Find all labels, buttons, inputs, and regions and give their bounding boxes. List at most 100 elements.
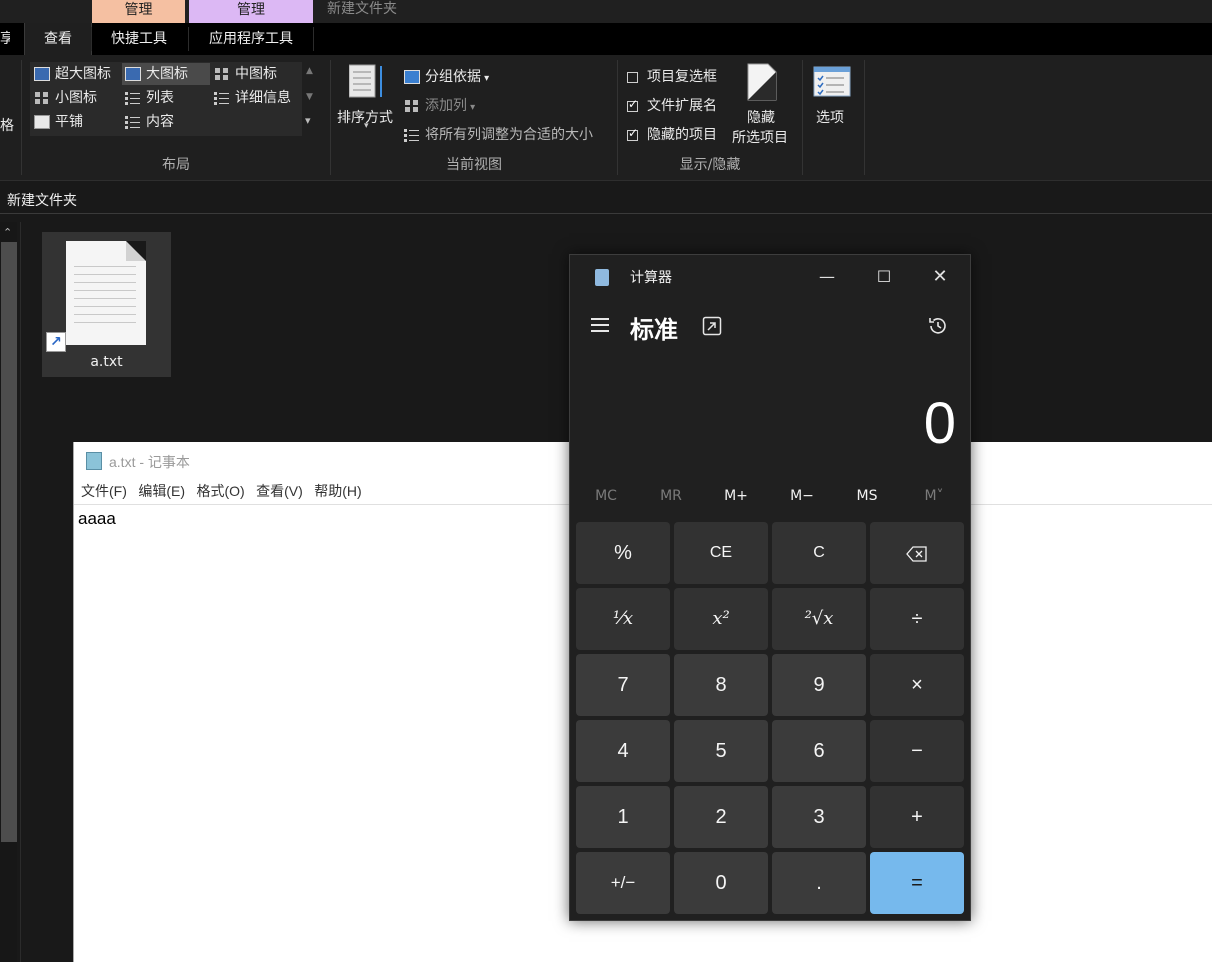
fit-columns-button[interactable]: 将所有列调整为合适的大小 bbox=[404, 124, 593, 144]
options-button[interactable] bbox=[813, 66, 851, 102]
sort-icon bbox=[348, 64, 382, 98]
layout-edge-label[interactable]: 格 bbox=[0, 115, 14, 135]
doc-line bbox=[74, 314, 136, 315]
digit-8-button[interactable]: 8 bbox=[674, 654, 768, 716]
memory-add-button[interactable]: M+ bbox=[706, 488, 766, 504]
doc-line bbox=[74, 306, 136, 307]
digit-3-button[interactable]: 3 bbox=[772, 786, 866, 848]
add-column-button[interactable]: 添加列 ▾ bbox=[404, 95, 475, 115]
close-button[interactable]: ✕ bbox=[920, 257, 960, 297]
digit-2-button[interactable]: 2 bbox=[674, 786, 768, 848]
layout-list[interactable]: 列表 bbox=[125, 87, 174, 109]
menu-help[interactable]: 帮助(H) bbox=[314, 481, 361, 501]
menu-view[interactable]: 查看(V) bbox=[256, 481, 303, 501]
calculator-mode-title: 标准 bbox=[630, 316, 678, 344]
address-breadcrumb[interactable]: 新建文件夹 bbox=[7, 190, 77, 210]
scroll-up-icon[interactable]: ⌃ bbox=[3, 226, 12, 239]
digit-7-button[interactable]: 7 bbox=[576, 654, 670, 716]
decimal-button[interactable]: . bbox=[772, 852, 866, 914]
digit-6-button[interactable]: 6 bbox=[772, 720, 866, 782]
medium-icons-icon bbox=[214, 67, 230, 81]
negate-button[interactable]: +/− bbox=[576, 852, 670, 914]
menu-file[interactable]: 文件(F) bbox=[81, 481, 127, 501]
notepad-text-area[interactable]: aaaa bbox=[78, 509, 116, 529]
chevron-down-icon: ▾ bbox=[467, 102, 476, 113]
layout-details[interactable]: 详细信息 bbox=[214, 87, 291, 109]
hamburger-icon bbox=[591, 318, 609, 320]
doc-line bbox=[74, 290, 136, 291]
memory-recall-button[interactable]: MR bbox=[641, 488, 701, 504]
hidden-items-toggle[interactable]: 隐藏的项目 bbox=[627, 124, 717, 144]
group-by-button[interactable]: 分组依据 ▾ bbox=[404, 66, 489, 86]
gallery-expand-icon[interactable]: ▾ bbox=[305, 114, 311, 127]
menu-edit[interactable]: 编辑(E) bbox=[138, 481, 185, 501]
gallery-scroll-up-icon[interactable]: ▲ bbox=[306, 66, 313, 76]
maximize-button[interactable]: ☐ bbox=[864, 257, 904, 297]
tab-separator bbox=[313, 27, 314, 51]
small-icons-icon bbox=[34, 91, 50, 105]
menu-format[interactable]: 格式(O) bbox=[196, 481, 244, 501]
reciprocal-button[interactable]: ¹⁄x bbox=[576, 588, 670, 650]
layout-large-icons[interactable]: 大图标 bbox=[125, 63, 188, 85]
square-root-button[interactable]: ²√x bbox=[772, 588, 866, 650]
multiply-button[interactable]: × bbox=[870, 654, 964, 716]
address-bar[interactable] bbox=[0, 187, 1212, 214]
tab-app-tools[interactable]: 应用程序工具 bbox=[190, 23, 312, 55]
sort-by-button[interactable] bbox=[348, 63, 382, 99]
keep-on-top-button[interactable] bbox=[702, 316, 722, 336]
digit-5-button[interactable]: 5 bbox=[674, 720, 768, 782]
gallery-scroll-down-icon[interactable]: ▼ bbox=[306, 92, 313, 102]
layout-tiles[interactable]: 平铺 bbox=[34, 111, 83, 133]
hamburger-menu-button[interactable] bbox=[588, 311, 614, 339]
memory-store-button[interactable]: MS bbox=[837, 488, 897, 504]
layout-small-icons[interactable]: 小图标 bbox=[34, 87, 97, 109]
clear-entry-button[interactable]: CE bbox=[674, 522, 768, 584]
group-separator bbox=[864, 60, 865, 175]
doc-line bbox=[74, 274, 136, 275]
group-by-icon bbox=[404, 70, 420, 84]
divide-button[interactable]: ÷ bbox=[870, 588, 964, 650]
layout-content[interactable]: 内容 bbox=[125, 111, 174, 133]
hide-selected-button[interactable] bbox=[747, 63, 777, 105]
memory-clear-button[interactable]: MC bbox=[576, 488, 636, 504]
layout-extra-large-icons[interactable]: 超大图标 bbox=[34, 63, 111, 85]
digit-4-button[interactable]: 4 bbox=[576, 720, 670, 782]
subtract-button[interactable]: − bbox=[870, 720, 964, 782]
extra-large-icons-icon bbox=[34, 67, 50, 81]
digit-1-button[interactable]: 1 bbox=[576, 786, 670, 848]
tab-share[interactable]: 享 bbox=[0, 23, 10, 55]
doc-line bbox=[74, 298, 136, 299]
minimize-button[interactable]: — bbox=[807, 257, 847, 297]
percent-button[interactable]: % bbox=[576, 522, 670, 584]
clear-button[interactable]: C bbox=[772, 522, 866, 584]
notepad-icon bbox=[86, 452, 102, 470]
digit-0-button[interactable]: 0 bbox=[674, 852, 768, 914]
text-file-icon-fold bbox=[126, 241, 146, 261]
hide-selected-label-1[interactable]: 隐藏 bbox=[747, 107, 775, 127]
memory-list-button[interactable]: M˅ bbox=[904, 488, 964, 504]
item-checkboxes-checkbox[interactable] bbox=[627, 71, 638, 83]
hide-selected-label-2[interactable]: 所选项目 bbox=[732, 127, 788, 147]
add-button[interactable]: + bbox=[870, 786, 964, 848]
file-extensions-checkbox[interactable] bbox=[627, 97, 638, 112]
layout-medium-icons[interactable]: 中图标 bbox=[214, 63, 277, 85]
memory-subtract-button[interactable]: M− bbox=[772, 488, 832, 504]
item-checkboxes-toggle[interactable]: 项目复选框 bbox=[627, 66, 717, 86]
file-name[interactable]: a.txt bbox=[42, 354, 171, 370]
hidden-items-checkbox[interactable] bbox=[627, 126, 638, 141]
equals-button[interactable]: = bbox=[870, 852, 964, 914]
square-button[interactable]: x² bbox=[674, 588, 768, 650]
tab-view[interactable]: 查看 bbox=[24, 23, 92, 55]
context-tab-manage-shortcut[interactable]: 管理 bbox=[92, 0, 185, 23]
file-extensions-toggle[interactable]: 文件扩展名 bbox=[627, 95, 717, 115]
options-label[interactable]: 选项 bbox=[816, 107, 844, 127]
context-tab-manage-app[interactable]: 管理 bbox=[189, 0, 313, 23]
calculator-window: 计算器 — ☐ ✕ 标准 0 MC MR M+ M− MS M˅ % CE C … bbox=[569, 254, 971, 921]
nav-pane-scroll-thumb[interactable] bbox=[1, 242, 17, 842]
history-button[interactable] bbox=[927, 315, 949, 337]
tab-shortcut-tools[interactable]: 快捷工具 bbox=[92, 23, 186, 55]
fit-columns-icon bbox=[404, 128, 420, 142]
digit-9-button[interactable]: 9 bbox=[772, 654, 866, 716]
add-column-icon bbox=[404, 99, 420, 113]
backspace-button[interactable] bbox=[870, 522, 964, 584]
